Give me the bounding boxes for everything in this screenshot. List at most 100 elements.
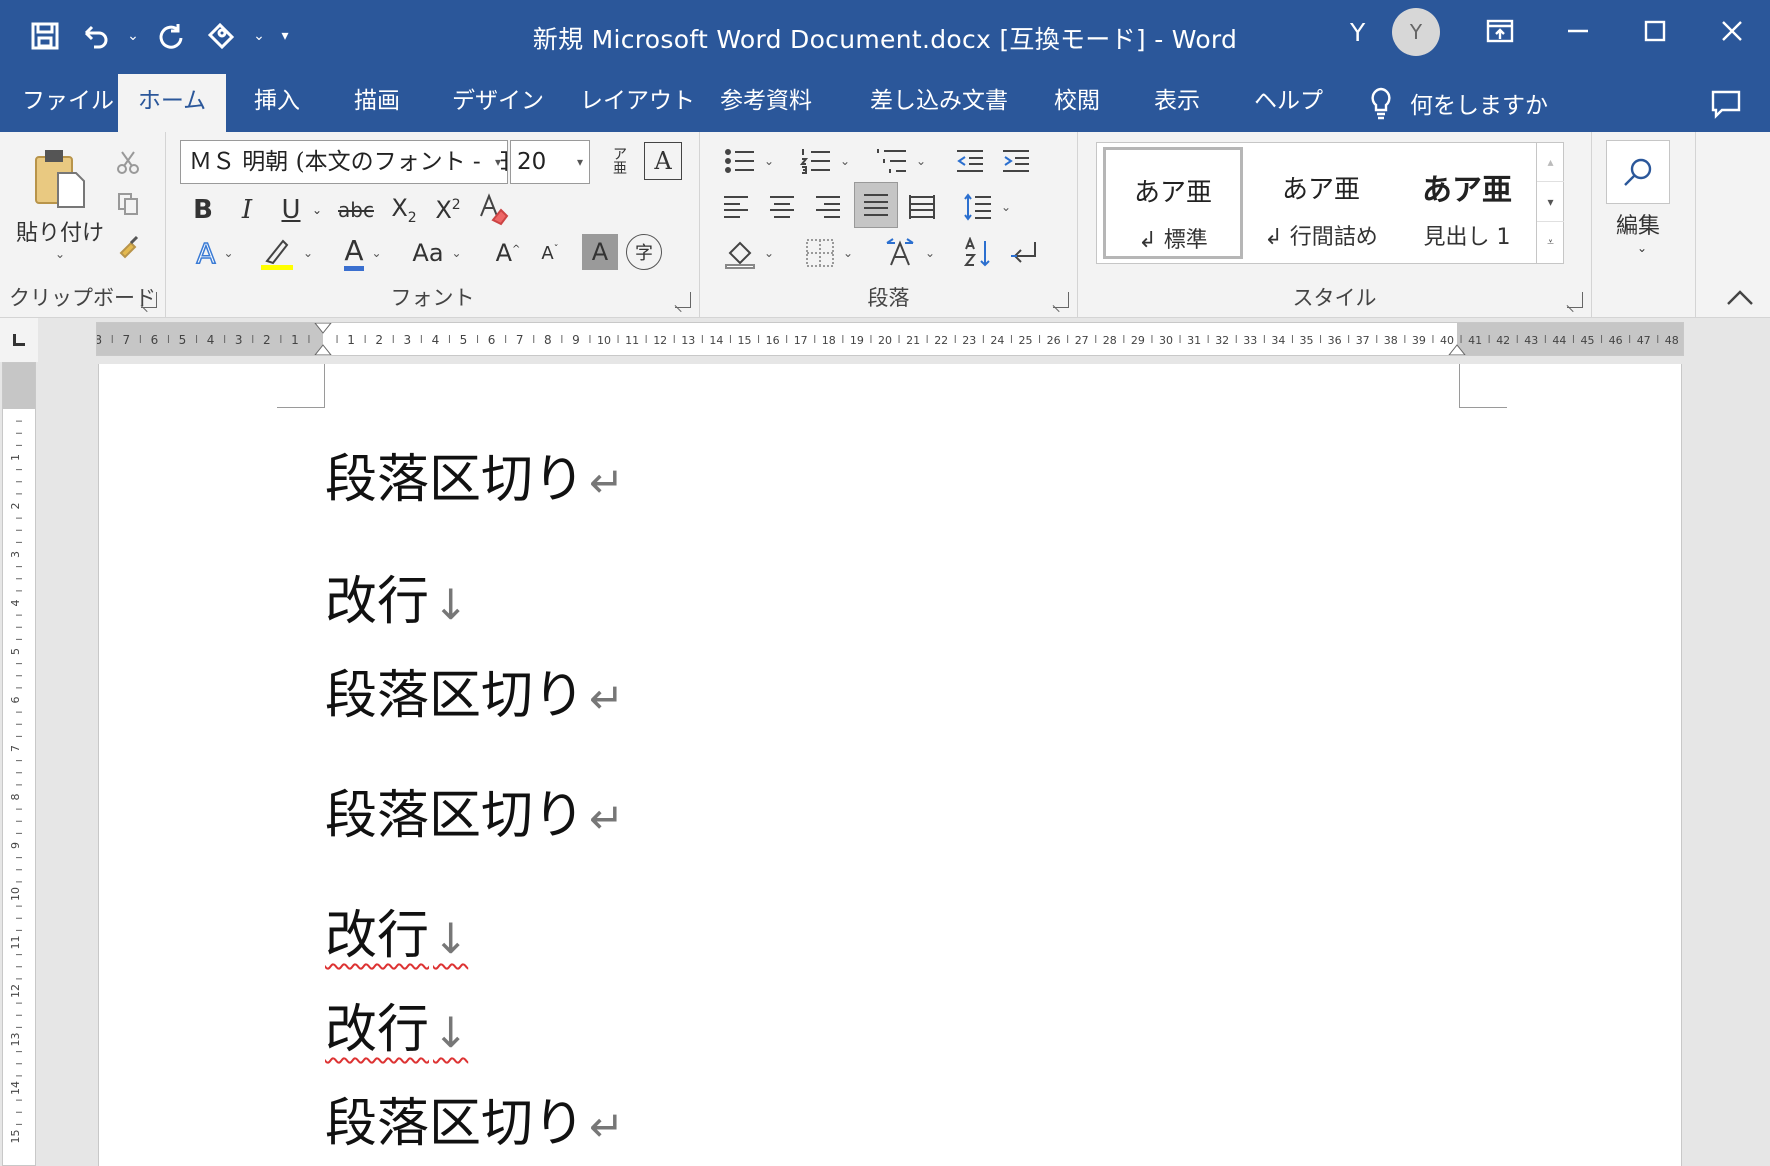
tab-home[interactable]: ホーム <box>118 74 226 132</box>
collapse-ribbon-button[interactable] <box>1722 282 1758 312</box>
font-size-combobox[interactable]: 20 ▾ <box>510 140 590 184</box>
font-size-dropdown-icon[interactable]: ▾ <box>577 141 583 183</box>
document-page[interactable]: 段落区切り↵ 改行↓ 段落区切り↵ 段落区切り↵ 改行↓ 改行↓ 段落区切り↵ <box>98 364 1682 1166</box>
copy-button[interactable] <box>110 186 146 222</box>
vertical-ruler[interactable]: 1 2 3 4 5 6 7 8 9 10 11 12 13 14 15 <box>2 362 36 1166</box>
comments-button[interactable] <box>1706 84 1746 124</box>
tab-help[interactable]: ヘルプ <box>1236 74 1341 132</box>
maximize-button[interactable] <box>1625 6 1685 56</box>
grow-font-button[interactable]: A^ <box>490 232 526 274</box>
decrease-indent-button[interactable] <box>950 142 990 180</box>
clipboard-dialog-launcher[interactable] <box>141 292 157 308</box>
cut-button[interactable] <box>110 144 146 180</box>
shrink-font-button[interactable]: Aˇ <box>532 232 568 274</box>
style-no-spacing[interactable]: あア亜 ↲ 行間詰め <box>1251 147 1391 259</box>
paste-button[interactable]: 貼り付け ⌄ <box>14 140 106 268</box>
ribbon-display-options-button[interactable] <box>1470 6 1530 56</box>
enclose-characters-button[interactable]: 字 <box>626 234 662 270</box>
superscript-button[interactable]: X2 <box>430 190 466 230</box>
style-heading-1[interactable]: あア亜 見出し 1 <box>1397 147 1537 259</box>
bold-button[interactable]: B <box>186 190 220 230</box>
line-text: 改行 <box>325 906 430 966</box>
multilevel-list-button[interactable]: ⌄ <box>868 142 934 180</box>
tab-layout[interactable]: レイアウト <box>562 74 713 132</box>
ruler-tick-label: 5 <box>9 648 22 655</box>
tab-view[interactable]: 表示 <box>1136 74 1218 132</box>
save-button[interactable] <box>22 13 68 59</box>
phonetic-guide-button[interactable]: ア亜 <box>602 142 638 182</box>
styles-dialog-launcher[interactable] <box>1567 292 1583 308</box>
document-line[interactable]: 改行↓ <box>325 998 468 1065</box>
align-left-button[interactable] <box>716 186 756 228</box>
avatar[interactable]: Y <box>1392 8 1440 56</box>
borders-button[interactable]: ⌄ <box>796 232 862 274</box>
italic-button[interactable]: I <box>230 190 264 230</box>
line-spacing-button[interactable]: ⌄ <box>954 186 1020 228</box>
user-initial[interactable]: Y <box>1350 18 1365 47</box>
touch-mode-dropdown[interactable]: ⌄ <box>248 13 270 59</box>
style-gallery-up-button[interactable]: ▴ <box>1537 142 1564 182</box>
strikethrough-button[interactable]: abc <box>336 190 376 230</box>
align-center-button[interactable] <box>762 186 802 228</box>
line-text: 段落区切り <box>325 786 586 846</box>
character-border-icon: A <box>654 147 672 175</box>
tab-mailings[interactable]: 差し込み文書 <box>852 74 1026 132</box>
document-line[interactable]: 改行↓ <box>325 904 468 971</box>
subscript-button[interactable]: X2 <box>386 190 422 230</box>
font-name-combobox[interactable]: ＭＳ 明朝 (本文のフォント - 日 ▾ <box>180 140 508 184</box>
font-name-dropdown-icon[interactable]: ▾ <box>490 141 501 183</box>
justify-button[interactable] <box>854 182 898 228</box>
indent-marker[interactable] <box>314 323 332 355</box>
document-line[interactable]: 改行↓ <box>325 570 468 637</box>
sort-button[interactable] <box>958 232 998 274</box>
underline-button[interactable]: U <box>274 190 308 230</box>
document-line[interactable]: 段落区切り↵ <box>325 1092 624 1159</box>
highlight-button[interactable]: ⌄ <box>250 232 322 274</box>
minimize-button[interactable] <box>1548 6 1608 56</box>
distributed-button[interactable] <box>902 186 942 228</box>
close-button[interactable] <box>1702 6 1762 56</box>
ruler-tick-label: 34 <box>1271 334 1285 347</box>
character-border-button[interactable]: A <box>644 142 682 180</box>
style-gallery-down-button[interactable]: ▾ <box>1537 182 1564 222</box>
align-right-button[interactable] <box>808 186 848 228</box>
tell-me-search[interactable]: 何をしますか <box>1368 74 1548 132</box>
asian-layout-button[interactable]: ⌄ <box>876 232 942 274</box>
horizontal-ruler[interactable]: 8765432112345678910111213141516171819202… <box>96 322 1684 356</box>
tab-review[interactable]: 校閲 <box>1036 74 1118 132</box>
document-line[interactable]: 段落区切り↵ <box>325 784 624 851</box>
numbering-button[interactable]: ⌄ <box>792 142 858 180</box>
character-shading-button[interactable]: A <box>582 234 618 270</box>
font-dialog-launcher[interactable] <box>675 292 691 308</box>
format-painter-button[interactable] <box>110 228 146 264</box>
find-button[interactable] <box>1606 140 1670 204</box>
bullets-button[interactable]: ⌄ <box>716 142 782 180</box>
document-line[interactable]: 段落区切り↵ <box>325 664 624 731</box>
text-effects-button[interactable]: A ⌄ <box>184 232 246 274</box>
paragraph-dialog-launcher[interactable] <box>1053 292 1069 308</box>
show-hide-marks-button[interactable] <box>1004 232 1044 274</box>
font-color-button[interactable]: A ⌄ <box>330 232 396 274</box>
document-line[interactable]: 段落区切り↵ <box>325 448 624 515</box>
clear-formatting-button[interactable] <box>474 188 514 230</box>
increase-indent-button[interactable] <box>996 142 1036 180</box>
tab-draw[interactable]: 描画 <box>336 74 418 132</box>
tab-file[interactable]: ファイル <box>4 74 132 132</box>
style-normal[interactable]: あア亜 ↲ 標準 <box>1103 147 1243 259</box>
redo-button[interactable] <box>148 13 194 59</box>
ruler-tick-label: 7 <box>122 333 130 347</box>
editing-dropdown-icon[interactable]: ⌄ <box>1630 238 1654 258</box>
undo-button[interactable] <box>72 13 118 59</box>
shading-button[interactable]: ⌄ <box>716 232 782 274</box>
customize-qat-button[interactable]: ▾ <box>274 13 296 59</box>
tab-insert[interactable]: 挿入 <box>236 74 318 132</box>
tab-selector[interactable] <box>0 318 38 362</box>
change-case-button[interactable]: Aa ⌄ <box>402 232 472 274</box>
tab-references[interactable]: 参考資料 <box>702 74 830 132</box>
underline-dropdown[interactable]: ⌄ <box>308 190 326 230</box>
style-gallery-more-button[interactable]: ⩡ <box>1537 222 1564 262</box>
undo-dropdown[interactable]: ⌄ <box>122 13 144 59</box>
touch-mode-button[interactable] <box>198 13 244 59</box>
tab-design[interactable]: デザイン <box>434 74 562 132</box>
editing-label[interactable]: 編集 <box>1600 208 1676 240</box>
